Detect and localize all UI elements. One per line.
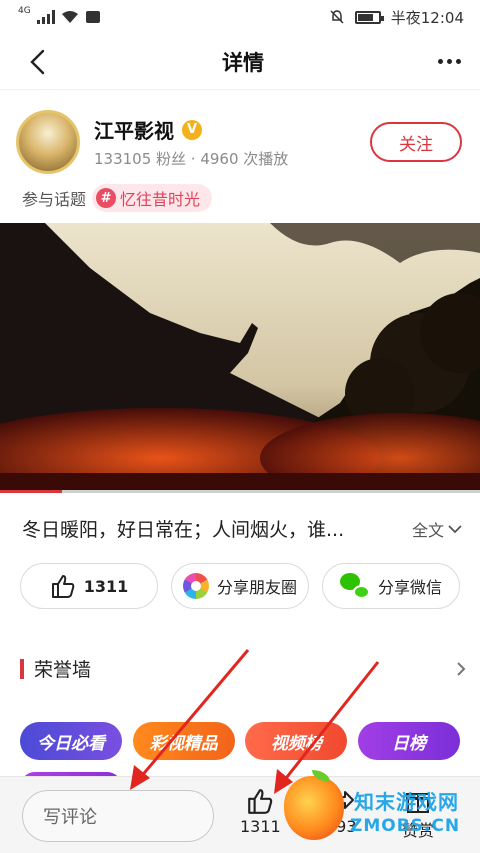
back-arrow-icon [30, 49, 45, 74]
watermark-apple-logo [284, 776, 344, 840]
bottom-like-button[interactable]: 1311 [240, 787, 281, 836]
status-left: 4G [18, 6, 101, 24]
thumbs-up-icon [248, 789, 273, 814]
avatar[interactable] [16, 110, 80, 174]
topic-tag: 忆往昔时光 [120, 190, 201, 209]
verified-icon: V [182, 119, 202, 140]
follow-button[interactable]: 关注 [370, 122, 462, 162]
author-row: 江平影视 V 133105 粉丝 · 4960 次播放 关注 [0, 90, 480, 174]
chevron-down-icon [448, 524, 462, 533]
site-watermark: 知末游戏网 ZMOBS.CN [280, 770, 480, 850]
caption-row: 冬日暖阳，好日常在；人间烟火，谁... 全文 [22, 515, 462, 542]
share-wechat-button[interactable]: 分享微信 [322, 563, 460, 609]
status-right: 半夜12:04 [329, 7, 464, 28]
signal-icon [36, 10, 55, 24]
battery-icon [354, 10, 384, 24]
expand-fulltext[interactable]: 全文 [412, 517, 462, 541]
author-info: 江平影视 V 133105 粉丝 · 4960 次播放 [94, 115, 370, 169]
more-options-icon[interactable] [434, 47, 464, 77]
topic-row: 参与话题 # 忆往昔时光 [0, 174, 480, 212]
bottom-like-count: 1311 [240, 817, 281, 836]
topic-label: 参与话题 [22, 190, 87, 209]
video-player[interactable] [0, 223, 480, 493]
network-type: 4G [18, 6, 31, 16]
badge-daily-must-see[interactable]: 今日必看 [20, 722, 122, 760]
share-wechat-label: 分享微信 [377, 578, 442, 597]
honor-title-group: 荣誉墙 [20, 655, 91, 682]
thumbs-up-icon [51, 575, 75, 598]
watermark-name: 知末游戏网 [354, 790, 459, 814]
like-button[interactable]: 1311 [20, 563, 158, 609]
author-name-row: 江平影视 V [94, 115, 370, 144]
author-stats: 133105 粉丝 · 4960 次播放 [94, 150, 289, 168]
status-time: 半夜12:04 [390, 8, 464, 27]
action-buttons: 1311 分享朋友圈 分享微信 [20, 563, 460, 609]
share-moments-button[interactable]: 分享朋友圈 [171, 563, 309, 609]
chevron-right-icon [457, 661, 466, 676]
watermark-url: ZMOBS.CN [350, 816, 461, 836]
back-button[interactable] [22, 47, 52, 77]
video-progress-fill [0, 490, 63, 493]
badge-video-rank[interactable]: 视频榜 [245, 722, 348, 760]
top-nav: 详情 [0, 34, 480, 90]
honor-wall-header[interactable]: 荣誉墙 [20, 655, 466, 682]
page-title: 详情 [222, 50, 264, 75]
honor-title: 荣誉墙 [34, 659, 92, 681]
badge-featured[interactable]: 彩视精品 [132, 722, 235, 760]
mute-icon [330, 10, 344, 24]
hashtag-icon: # [96, 188, 117, 208]
share-moments-label: 分享朋友圈 [216, 578, 297, 597]
caption-text: 冬日暖阳，好日常在；人间烟火，谁... [22, 519, 345, 541]
topic-chip[interactable]: # 忆往昔时光 [92, 184, 213, 212]
author-name[interactable]: 江平影视 [94, 115, 174, 144]
video-frame [0, 223, 480, 493]
badge-daily-rank[interactable]: 日榜 [357, 722, 460, 760]
like-count: 1311 [83, 576, 129, 596]
moments-icon [182, 573, 209, 599]
honor-badges: 今日必看 彩视精品 视频榜 日榜 [20, 722, 460, 760]
wifi-icon [61, 11, 78, 23]
comment-input[interactable]: 写评论 [22, 790, 214, 842]
video-progress[interactable] [0, 490, 480, 493]
wechat-icon [339, 573, 370, 599]
status-bar: 4G 半夜12:04 [0, 0, 480, 34]
expand-label: 全文 [411, 520, 444, 540]
notification-icon [85, 11, 100, 23]
section-accent-bar [20, 658, 24, 679]
